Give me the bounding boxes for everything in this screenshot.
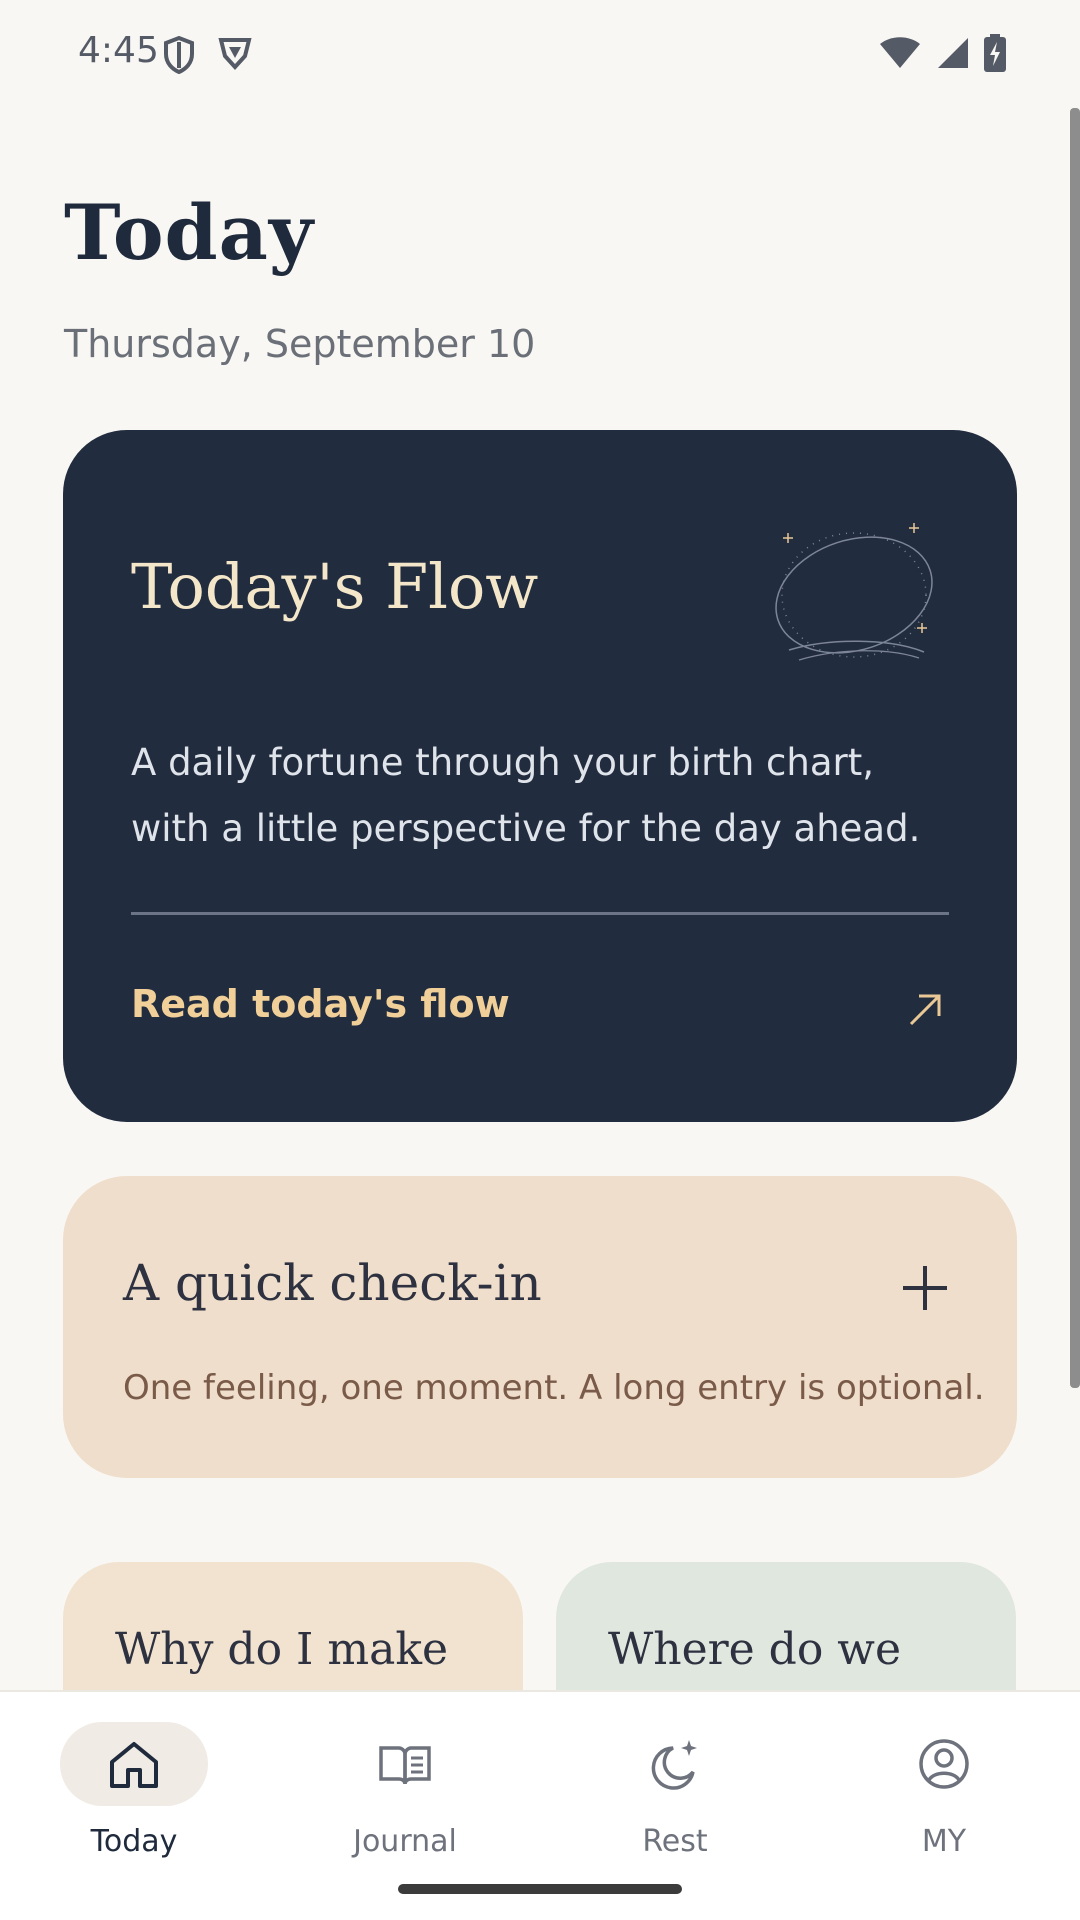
- battery-icon: [984, 34, 1006, 72]
- profile-icon: [919, 1739, 969, 1789]
- checkin-card-title: A quick check-in: [123, 1254, 542, 1312]
- nav-label: MY: [921, 1824, 967, 1859]
- page-title: Today: [64, 188, 315, 277]
- signal-icon: [938, 38, 968, 68]
- status-time: 4:45: [78, 30, 159, 71]
- wifi-icon: [880, 37, 920, 68]
- nav-label: Today: [90, 1824, 178, 1859]
- nav-item-my[interactable]: MY: [844, 1722, 1044, 1872]
- prompt-card-right[interactable]: Where do we: [556, 1562, 1016, 1692]
- arrow-up-right-icon[interactable]: [905, 990, 945, 1030]
- divider: [131, 912, 949, 915]
- nav-label: Rest: [642, 1824, 708, 1859]
- plus-icon[interactable]: [901, 1264, 949, 1312]
- flow-card-title: Today's Flow: [131, 550, 539, 623]
- scrollbar[interactable]: [1070, 108, 1080, 1388]
- page-date: Thursday, September 10: [64, 322, 536, 366]
- vpn-shield-icon: [218, 38, 252, 70]
- nav-item-today[interactable]: Today: [34, 1722, 234, 1872]
- prompt-card-title: Why do I make: [115, 1624, 449, 1675]
- read-todays-flow-link[interactable]: Read today's flow: [131, 982, 510, 1026]
- todays-flow-card[interactable]: Today's Flow A daily fortune through you…: [63, 430, 1017, 1122]
- moon-sparkle-icon: [651, 1740, 697, 1790]
- nav-label: Journal: [353, 1824, 457, 1859]
- quick-checkin-card[interactable]: A quick check-in One feeling, one moment…: [63, 1176, 1017, 1478]
- flow-card-description: A daily fortune through your birth chart…: [131, 741, 921, 850]
- book-icon: [379, 1746, 431, 1785]
- nav-item-rest[interactable]: Rest: [575, 1722, 775, 1872]
- prompt-card-title: Where do we: [608, 1624, 902, 1675]
- status-bar: 4:45: [0, 0, 1080, 110]
- home-gesture-bar[interactable]: [398, 1884, 682, 1894]
- prompt-card-left[interactable]: Why do I make: [63, 1562, 523, 1692]
- nav-item-journal[interactable]: Journal: [305, 1722, 505, 1872]
- shield-icon: [164, 36, 194, 74]
- checkin-card-subtitle: One feeling, one moment. A long entry is…: [123, 1368, 985, 1408]
- moon-illustration-icon: [775, 523, 933, 661]
- home-icon: [110, 1742, 158, 1788]
